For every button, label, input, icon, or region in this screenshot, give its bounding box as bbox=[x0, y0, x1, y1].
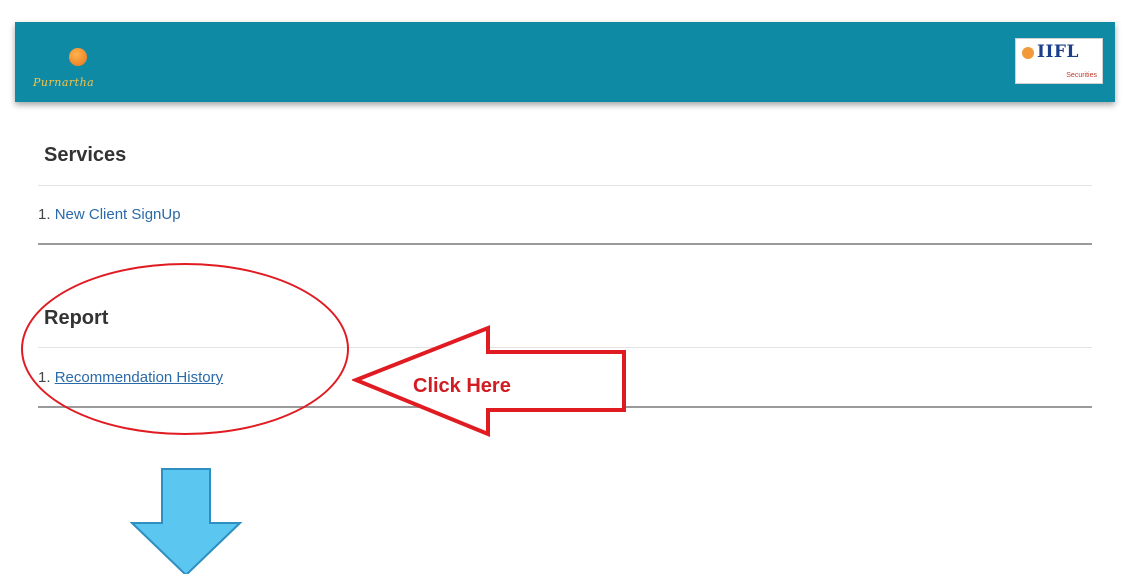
services-list-item: 1. New Client SignUp bbox=[38, 206, 181, 223]
iifl-logo-text: IIFL bbox=[1037, 42, 1079, 62]
iifl-logo: IIFL Securities bbox=[1015, 38, 1103, 84]
iifl-logo-subtext: Securities bbox=[1066, 72, 1097, 79]
highlight-ellipse bbox=[21, 263, 349, 435]
new-client-signup-link[interactable]: New Client SignUp bbox=[55, 206, 181, 223]
down-arrow-icon bbox=[130, 468, 242, 574]
page: Purnartha IIFL Securities Services 1. Ne… bbox=[0, 0, 1134, 574]
click-here-label: Click Here bbox=[413, 375, 511, 397]
services-divider bbox=[38, 185, 1092, 186]
iifl-dot-icon bbox=[1022, 47, 1034, 59]
header-bar: Purnartha IIFL Securities bbox=[15, 22, 1115, 102]
list-number: 1. bbox=[38, 206, 51, 223]
services-bottom-divider bbox=[38, 243, 1092, 245]
brand-name: Purnartha bbox=[33, 76, 95, 89]
sun-icon bbox=[69, 48, 87, 66]
services-heading: Services bbox=[44, 144, 127, 166]
purnartha-logo[interactable]: Purnartha bbox=[33, 48, 153, 98]
